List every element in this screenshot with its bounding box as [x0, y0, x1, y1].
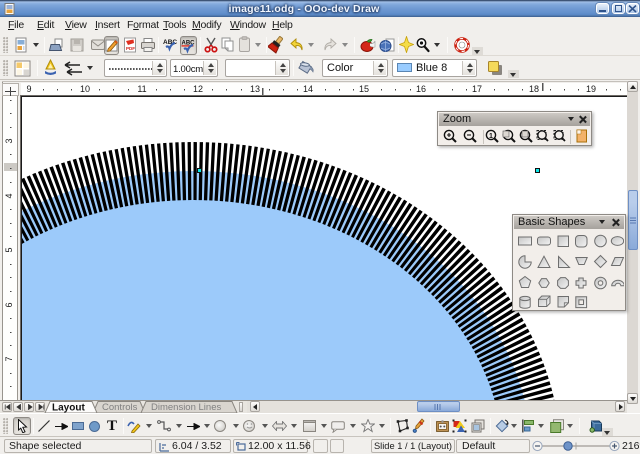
svg-text:14: 14	[303, 84, 313, 94]
svg-text:PDF: PDF	[126, 46, 135, 51]
svg-text:Layout: Layout	[52, 403, 85, 414]
svg-text:4: 4	[4, 193, 14, 198]
svg-text:7: 7	[4, 356, 14, 361]
svg-text:Dimension Lines: Dimension Lines	[151, 402, 221, 413]
svg-text:5: 5	[4, 247, 14, 252]
svg-text:Controls: Controls	[102, 402, 138, 413]
svg-text:11: 11	[137, 84, 146, 94]
svg-text:18: 18	[529, 84, 539, 94]
svg-text:19: 19	[586, 84, 596, 94]
svg-text:1: 1	[489, 133, 493, 140]
svg-text:3: 3	[4, 138, 14, 143]
svg-text:13: 13	[250, 84, 260, 94]
svg-text:15: 15	[359, 84, 369, 94]
svg-text:6: 6	[4, 302, 14, 307]
svg-text:9: 9	[26, 84, 31, 94]
svg-text:17: 17	[472, 84, 482, 94]
svg-text:10: 10	[80, 84, 90, 94]
svg-text:16: 16	[416, 84, 426, 94]
svg-text:12: 12	[193, 84, 203, 94]
